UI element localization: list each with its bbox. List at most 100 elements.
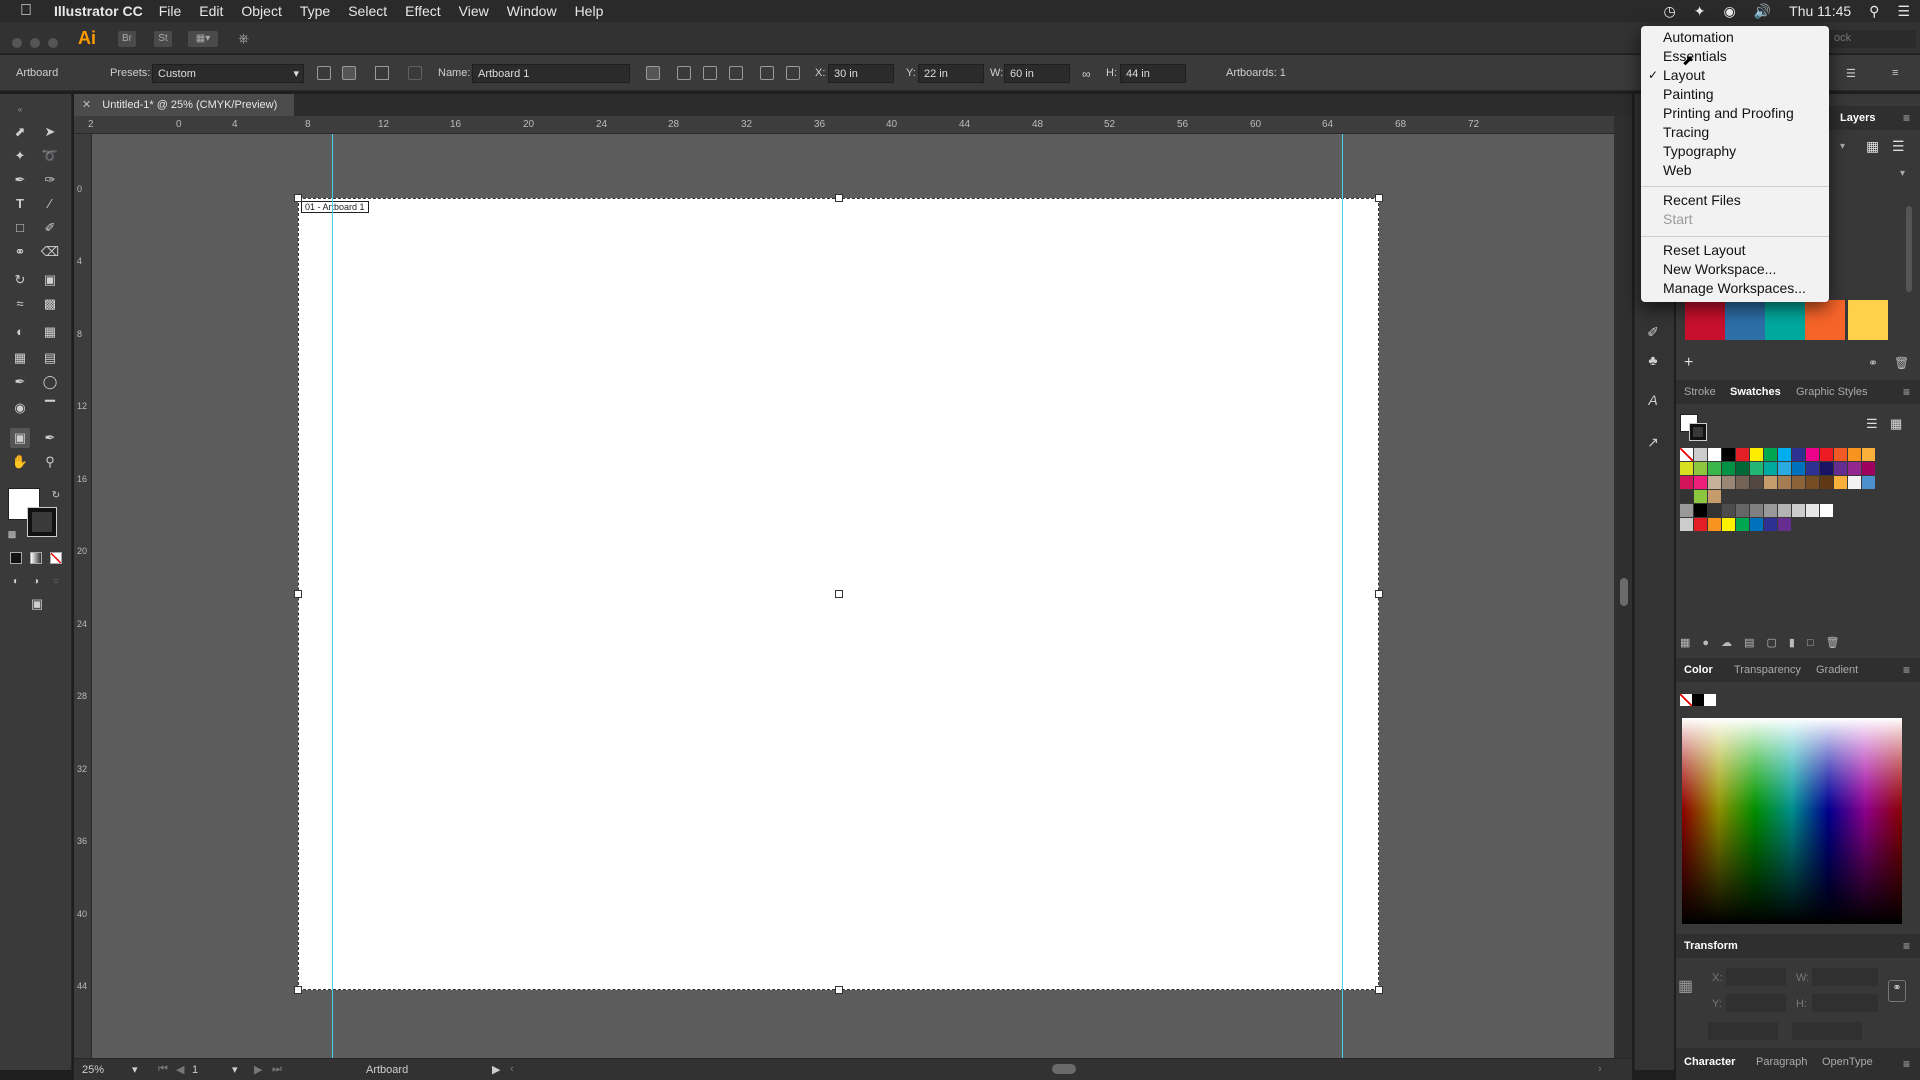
menu-type[interactable]: Type bbox=[300, 3, 330, 19]
stock-button[interactable]: St bbox=[154, 31, 172, 47]
zoom-tool-icon[interactable]: ⚲ bbox=[40, 452, 60, 472]
swatch[interactable] bbox=[1736, 462, 1749, 475]
swatch[interactable] bbox=[1750, 476, 1763, 489]
reference-point-icon[interactable] bbox=[786, 66, 800, 80]
last-artboard-icon[interactable]: ⏭ bbox=[272, 1063, 282, 1076]
screen-mode-icon[interactable]: ▣ bbox=[24, 594, 50, 614]
rotate-angle-input[interactable] bbox=[1708, 1022, 1778, 1040]
menu-effect[interactable]: Effect bbox=[405, 3, 441, 19]
lasso-tool-icon[interactable]: ➰ bbox=[40, 146, 60, 166]
network-icon[interactable]: ✦ bbox=[1694, 3, 1706, 20]
swatch[interactable] bbox=[1862, 476, 1875, 489]
menu-item-typography[interactable]: Typography bbox=[1663, 143, 1736, 162]
line-tool-icon[interactable]: ∕ bbox=[40, 194, 60, 214]
tab-swatches[interactable]: Swatches bbox=[1730, 386, 1781, 398]
show-cross-hairs-icon[interactable] bbox=[729, 66, 743, 80]
draw-normal-icon[interactable]: ◐ bbox=[6, 572, 26, 592]
status-menu-icon[interactable]: ▶ bbox=[492, 1063, 500, 1076]
layers-filter-chevron-icon[interactable]: ▾ bbox=[1840, 141, 1845, 152]
rectangle-tool-icon[interactable]: □ bbox=[10, 218, 30, 238]
scale-tool-icon[interactable]: ▣ bbox=[40, 270, 60, 290]
swatch[interactable] bbox=[1694, 448, 1707, 461]
artboard-handle-bottom[interactable] bbox=[835, 986, 843, 994]
arrange-documents-icon[interactable]: ▦▾ bbox=[188, 31, 218, 47]
swatch[interactable] bbox=[1820, 462, 1833, 475]
menu-edit[interactable]: Edit bbox=[199, 3, 223, 19]
add-icon[interactable]: + bbox=[1684, 354, 1693, 372]
recent-swatch-3[interactable] bbox=[1765, 300, 1805, 340]
default-fill-stroke-icon[interactable]: ▩ bbox=[2, 524, 22, 544]
clock[interactable]: Thu 11:45 bbox=[1789, 3, 1851, 19]
swatch[interactable] bbox=[1680, 476, 1693, 489]
direct-selection-tool-icon[interactable]: ➤ bbox=[40, 122, 60, 142]
menu-item-reset-layout[interactable]: Reset Layout bbox=[1663, 242, 1746, 261]
document-tab[interactable]: ✕ Untitled-1* @ 25% (CMYK/Preview) bbox=[74, 94, 294, 116]
swatch[interactable] bbox=[1694, 462, 1707, 475]
swatch[interactable] bbox=[1820, 476, 1833, 489]
transform-w-input[interactable] bbox=[1812, 968, 1878, 986]
artboard-panel-icon[interactable] bbox=[760, 66, 774, 80]
landscape-icon[interactable] bbox=[342, 66, 356, 80]
show-kinds-icon[interactable]: ● bbox=[1702, 637, 1721, 649]
swatch[interactable] bbox=[1862, 462, 1875, 475]
delete-artboard-icon[interactable] bbox=[408, 66, 422, 80]
swatch[interactable] bbox=[1722, 462, 1735, 475]
swatch[interactable] bbox=[1792, 448, 1805, 461]
vertical-guide[interactable] bbox=[1342, 134, 1343, 1058]
align-icon[interactable]: ☰ bbox=[1846, 67, 1856, 80]
artboard-handle-top[interactable] bbox=[835, 194, 843, 202]
volume-icon[interactable]: 🔊 bbox=[1754, 3, 1771, 20]
tab-graphic-styles[interactable]: Graphic Styles bbox=[1796, 386, 1868, 398]
horizontal-ruler[interactable]: 2 0 4 8 12 16 20 24 28 32 36 40 44 48 52 56 60 64 68 72 bbox=[74, 116, 1614, 134]
close-window-button[interactable] bbox=[12, 38, 22, 48]
zoom-level[interactable]: 25% bbox=[82, 1064, 104, 1076]
swap-fill-stroke-icon[interactable]: ↻ bbox=[46, 486, 66, 506]
rotate-tool-icon[interactable]: ↻ bbox=[10, 270, 30, 290]
type-panel-icon[interactable]: A bbox=[1643, 390, 1663, 410]
free-transform-tool-icon[interactable]: ▩ bbox=[40, 294, 60, 314]
magic-wand-tool-icon[interactable]: ✦ bbox=[10, 146, 30, 166]
tab-transform[interactable]: Transform bbox=[1684, 940, 1738, 952]
menu-select[interactable]: Select bbox=[348, 3, 387, 19]
transform-h-input[interactable] bbox=[1812, 994, 1878, 1012]
shaper-tool-icon[interactable]: ⚭ bbox=[10, 242, 30, 262]
menu-item-essentials[interactable]: Essentials bbox=[1663, 48, 1727, 67]
hand-tool-icon[interactable]: ✋ bbox=[10, 452, 30, 472]
scroll-right-icon[interactable]: › bbox=[1598, 1063, 1602, 1075]
menu-item-recent-files[interactable]: Recent Files bbox=[1663, 192, 1741, 211]
menu-object[interactable]: Object bbox=[241, 3, 281, 19]
menu-item-painting[interactable]: Painting bbox=[1663, 86, 1714, 105]
recent-swatch-2[interactable] bbox=[1725, 300, 1765, 340]
stock-search-input[interactable]: ock bbox=[1830, 30, 1916, 48]
swatch[interactable] bbox=[1834, 462, 1847, 475]
swatch[interactable] bbox=[1680, 518, 1693, 531]
close-tab-icon[interactable]: ✕ bbox=[82, 99, 91, 111]
artboard-name-input[interactable]: Artboard 1 bbox=[472, 64, 630, 83]
control-menu-icon[interactable]: ≡ bbox=[1892, 67, 1898, 79]
grid-view-icon[interactable]: ▦ bbox=[1890, 416, 1902, 432]
previous-artboard-icon[interactable]: ◀ bbox=[176, 1063, 184, 1076]
swatch[interactable] bbox=[1722, 518, 1735, 531]
artboard-handle-top-right[interactable] bbox=[1375, 194, 1383, 202]
swatch[interactable] bbox=[1820, 448, 1833, 461]
swatch[interactable] bbox=[1764, 448, 1777, 461]
swatch[interactable] bbox=[1806, 504, 1819, 517]
gpu-performance-icon[interactable]: ⎈ bbox=[238, 30, 249, 47]
pen-tool-icon[interactable]: ✒ bbox=[10, 170, 30, 190]
none-color-icon[interactable] bbox=[1680, 694, 1692, 706]
menu-item-layout[interactable]: Layout bbox=[1663, 67, 1705, 86]
trash-icon[interactable]: 🗑 bbox=[1894, 356, 1909, 370]
artboard-number[interactable]: 1 bbox=[192, 1064, 198, 1076]
selection-tool-icon[interactable]: ⬈ bbox=[10, 122, 30, 142]
stroke-swatch[interactable] bbox=[27, 507, 57, 537]
current-tool-status[interactable]: Artboard bbox=[366, 1064, 408, 1076]
tab-transparency[interactable]: Transparency bbox=[1734, 664, 1801, 676]
w-input[interactable]: 60 in bbox=[1004, 64, 1070, 83]
mesh-tool-icon[interactable]: ▦ bbox=[10, 348, 30, 368]
notification-center-icon[interactable]: ☰ bbox=[1897, 3, 1910, 20]
zoom-chevron-icon[interactable]: ▾ bbox=[132, 1063, 138, 1076]
artboard-handle-bottom-right[interactable] bbox=[1375, 986, 1383, 994]
draw-inside-icon[interactable]: ○ bbox=[46, 572, 66, 592]
menu-view[interactable]: View bbox=[459, 3, 489, 19]
swatch-libraries-icon[interactable]: ▦ bbox=[1680, 637, 1702, 649]
